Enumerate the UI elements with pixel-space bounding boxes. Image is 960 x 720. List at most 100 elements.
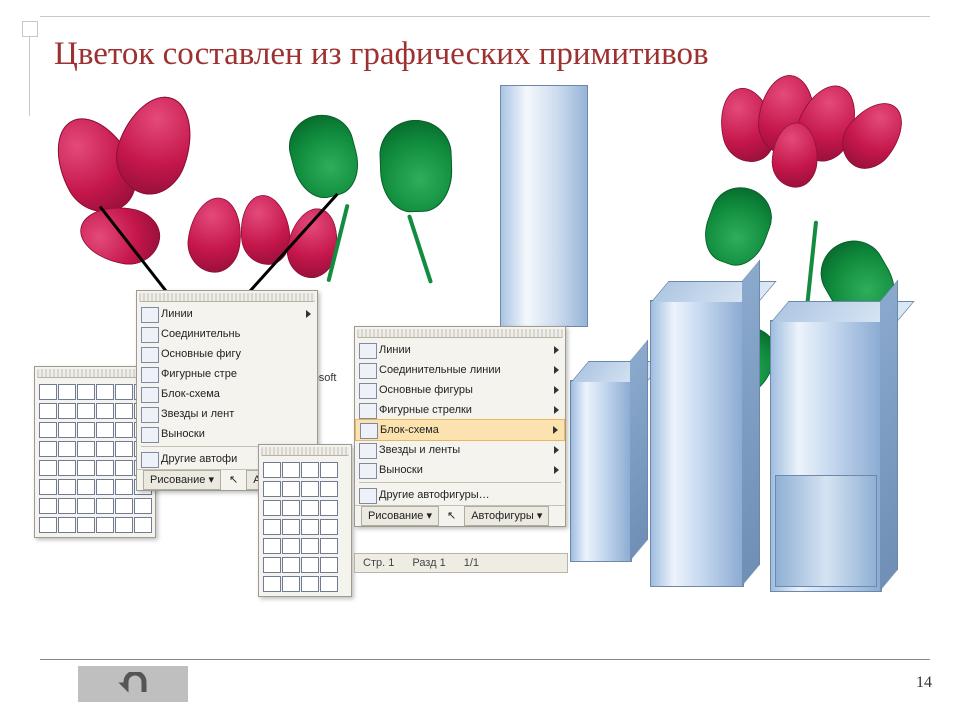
shape-cell[interactable] [320,538,338,554]
shape-cell[interactable] [301,500,319,516]
menu-grip[interactable] [357,329,563,338]
menu-item-lines[interactable]: Линии [137,304,317,324]
shape-cell[interactable] [39,403,57,419]
shape-cell[interactable] [320,557,338,573]
menu-item-stars-banners[interactable]: Звезды и ленты [355,440,565,460]
shape-cell[interactable] [263,481,281,497]
shape-cell[interactable] [115,517,133,533]
menu-item-label: Фигурные стре [161,366,237,382]
shape-cell[interactable] [96,498,114,514]
shapes-palette-mid[interactable] [258,444,352,597]
shape-cell[interactable] [39,384,57,400]
shape-cell[interactable] [77,479,95,495]
menu-item-basic-shapes[interactable]: Основные фигу [137,344,317,364]
shape-cell[interactable] [77,384,95,400]
drawing-button[interactable]: Рисование ▾ [361,506,439,526]
shape-cell[interactable] [115,498,133,514]
shape-cell[interactable] [77,441,95,457]
back-badge[interactable] [78,666,188,702]
shape-cell[interactable] [301,557,319,573]
menu-item-flowchart[interactable]: Блок-схема [137,384,317,404]
shape-cell[interactable] [115,441,133,457]
shape-cell[interactable] [96,460,114,476]
shape-cell[interactable] [320,481,338,497]
shape-cell[interactable] [282,576,300,592]
shape-cell[interactable] [96,479,114,495]
shape-cell[interactable] [115,422,133,438]
shape-cell[interactable] [301,462,319,478]
shape-cell[interactable] [301,481,319,497]
shape-cell[interactable] [39,479,57,495]
shape-cell[interactable] [115,460,133,476]
shape-cell[interactable] [320,576,338,592]
shape-cell[interactable] [39,422,57,438]
menu-item-basic-shapes[interactable]: Основные фигуры [355,380,565,400]
shape-cell[interactable] [39,441,57,457]
shape-cell[interactable] [58,460,76,476]
shape-cell[interactable] [96,384,114,400]
leaf [282,108,366,205]
chevron-right-icon [554,366,559,374]
shape-cell[interactable] [263,576,281,592]
shape-cell[interactable] [301,538,319,554]
menu-item-block-arrows[interactable]: Фигурные стре [137,364,317,384]
shape-cell[interactable] [77,422,95,438]
autoshapes-menu-right[interactable]: Линии Соединительные линии Основные фигу… [354,326,566,527]
shape-cell[interactable] [263,500,281,516]
shape-cell[interactable] [320,519,338,535]
shape-cell[interactable] [134,498,152,514]
shape-cell[interactable] [115,479,133,495]
shape-cell[interactable] [39,498,57,514]
menu-item-callouts[interactable]: Выноски [355,460,565,480]
shape-cell[interactable] [282,462,300,478]
shape-cell[interactable] [58,422,76,438]
shape-cell[interactable] [115,384,133,400]
shape-cell[interactable] [263,462,281,478]
autoshapes-button[interactable]: Автофигуры ▾ [464,506,549,526]
drawing-button[interactable]: Рисование ▾ [143,470,221,490]
menu-item-stars-banners[interactable]: Звезды и лент [137,404,317,424]
shape-cell[interactable] [282,557,300,573]
shape-cell[interactable] [320,500,338,516]
shape-cell[interactable] [77,403,95,419]
shape-cell[interactable] [77,498,95,514]
shape-cell[interactable] [301,519,319,535]
menu-item-label: Блок-схема [380,422,439,438]
shape-cell[interactable] [263,519,281,535]
shape-cell[interactable] [96,517,114,533]
menu-grip[interactable] [139,293,315,302]
shape-cell[interactable] [115,403,133,419]
shape-cell[interactable] [320,462,338,478]
shape-cell[interactable] [58,441,76,457]
shape-cell[interactable] [263,557,281,573]
shape-cell[interactable] [282,538,300,554]
shape-cell[interactable] [134,517,152,533]
chevron-right-icon [554,446,559,454]
menu-item-connectors[interactable]: Соединительные линии [355,360,565,380]
shape-cell[interactable] [282,500,300,516]
shape-cell[interactable] [77,517,95,533]
shape-cell[interactable] [58,403,76,419]
shape-cell[interactable] [77,460,95,476]
menu-item-more-autoshapes[interactable]: Другие автофигуры… [355,485,565,505]
menu-item-callouts[interactable]: Выноски [137,424,317,444]
shape-cell[interactable] [39,517,57,533]
menu-item-lines[interactable]: Линии [355,340,565,360]
shape-cell[interactable] [58,384,76,400]
shape-cell[interactable] [58,479,76,495]
menu-item-flowchart[interactable]: Блок-схема [355,419,565,441]
palette-grip[interactable] [261,447,349,456]
menu-item-connectors[interactable]: Соединительнь [137,324,317,344]
shape-cell[interactable] [58,498,76,514]
shape-cell[interactable] [39,460,57,476]
shape-cell[interactable] [282,481,300,497]
shape-cell[interactable] [96,403,114,419]
basic-shapes-icon [359,383,377,399]
shape-cell[interactable] [58,517,76,533]
shape-cell[interactable] [282,519,300,535]
menu-item-block-arrows[interactable]: Фигурные стрелки [355,400,565,420]
shape-cell[interactable] [263,538,281,554]
shape-cell[interactable] [96,422,114,438]
shape-cell[interactable] [301,576,319,592]
shape-cell[interactable] [96,441,114,457]
